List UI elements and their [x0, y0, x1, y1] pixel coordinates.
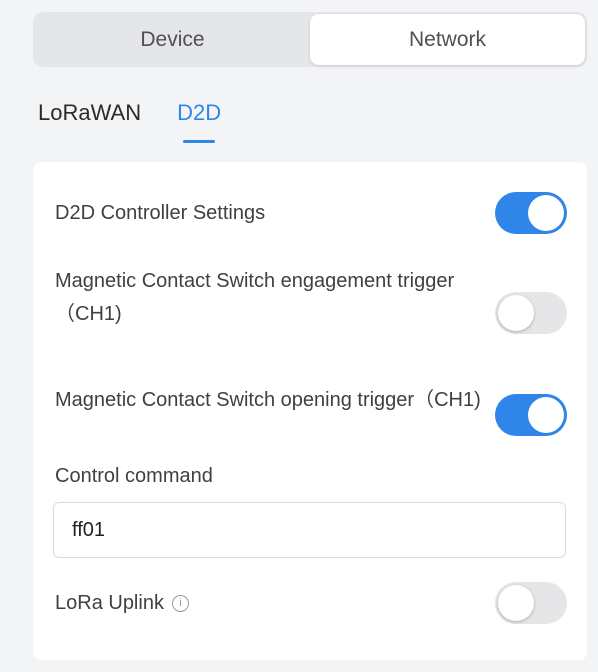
- engagement-trigger-toggle[interactable]: [495, 292, 567, 334]
- toggle-knob: [528, 397, 564, 433]
- segmented-control: Device Network: [33, 12, 587, 67]
- lora-uplink-label-wrap: LoRa Uplink i: [55, 587, 189, 620]
- row-lora-uplink: LoRa Uplink i: [55, 582, 567, 624]
- segment-network[interactable]: Network: [310, 14, 585, 65]
- row-opening-trigger: Magnetic Contact Switch opening trigger（…: [55, 364, 567, 436]
- segment-device[interactable]: Device: [35, 14, 310, 65]
- row-d2d-controller: D2D Controller Settings: [55, 192, 567, 234]
- tab-d2d[interactable]: D2D: [177, 100, 221, 150]
- d2d-controller-label: D2D Controller Settings: [55, 201, 266, 224]
- lora-uplink-label: LoRa Uplink: [55, 591, 164, 614]
- toggle-knob: [498, 295, 534, 331]
- engagement-trigger-label: Magnetic Contact Switch engagement trigg…: [55, 270, 455, 325]
- opening-trigger-label: Magnetic Contact Switch opening trigger（…: [55, 388, 481, 411]
- toggle-knob: [498, 585, 534, 621]
- settings-card: D2D Controller Settings Magnetic Contact…: [33, 162, 587, 660]
- tab-bar: LoRaWAN D2D: [38, 100, 257, 150]
- d2d-controller-toggle[interactable]: [495, 192, 567, 234]
- info-icon[interactable]: i: [171, 594, 189, 612]
- control-command-label: Control command: [55, 465, 213, 487]
- row-engagement-trigger: Magnetic Contact Switch engagement trigg…: [55, 262, 567, 334]
- lora-uplink-toggle[interactable]: [495, 582, 567, 624]
- opening-trigger-toggle[interactable]: [495, 394, 567, 436]
- control-command-input[interactable]: [53, 502, 566, 558]
- tab-lorawan[interactable]: LoRaWAN: [38, 100, 141, 150]
- toggle-knob: [528, 195, 564, 231]
